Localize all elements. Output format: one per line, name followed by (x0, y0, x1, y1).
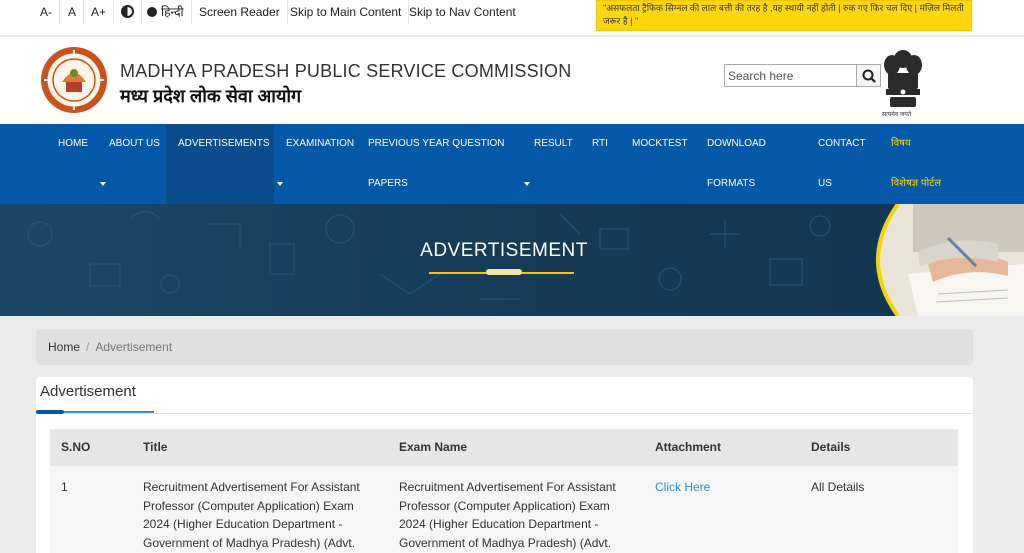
nav-label: ABOUT US (109, 138, 160, 149)
skip-main-content-link[interactable]: Skip to Main Content (283, 0, 410, 24)
top-utility-bar: A- A A+ हिन्दी Screen Reader Skip to Mai… (0, 0, 1024, 36)
column-header-sno: S.NO (61, 440, 91, 454)
font-decrease-button[interactable]: A- (33, 0, 60, 24)
title-underline-accent (486, 269, 522, 275)
page-banner: ADVERTISEMENT (0, 204, 1024, 316)
mppsc-logo[interactable] (40, 46, 108, 114)
exam-writing-photo (876, 204, 1024, 316)
cell-title-line: 2024 (Higher Education Department - (143, 517, 343, 531)
org-name-english: MADHYA PRADESH PUBLIC SERVICE COMMISSION (120, 61, 572, 81)
nav-item-home[interactable]: HOME (47, 124, 95, 204)
globe-icon (147, 7, 157, 17)
cell-exam-name-line: Government of Madhya Pradesh) (Advt. (399, 535, 612, 550)
column-header-exam-name: Exam Name (399, 440, 468, 454)
breadcrumb-current: Advertisement (95, 340, 173, 354)
column-header-title: Title (143, 440, 168, 454)
cell-title: Recruitment Advertisement For Assistant … (143, 478, 380, 552)
section-divider (36, 413, 973, 414)
table-row: 1 Recruitment Advertisement For Assistan… (50, 466, 958, 553)
nav-item-contact-us[interactable]: CONTACT US (806, 124, 882, 204)
section-title-underline-accent (64, 411, 154, 413)
cell-sno: 1 (61, 480, 68, 494)
attachment-link[interactable]: Click Here (655, 478, 710, 497)
nav-label-line2: विशेषज्ञ पोर्टल (891, 178, 942, 189)
nav-item-mocktest[interactable]: MOCKTEST (620, 124, 696, 204)
nav-label: PREVIOUS YEAR QUESTION (368, 138, 505, 149)
section-title-underline (36, 410, 64, 414)
nav-label: CONTACT (818, 138, 866, 149)
breadcrumb: Home / Advertisement (36, 329, 973, 365)
nav-label: DOWNLOAD (707, 138, 766, 149)
column-header-attachment: Attachment (655, 440, 722, 454)
font-reset-button[interactable]: A (61, 0, 85, 24)
details-link[interactable]: All Details (811, 478, 864, 497)
nav-item-previous-year-papers[interactable]: PREVIOUS YEAR QUESTION PAPERS (358, 124, 524, 204)
search-input[interactable] (724, 64, 857, 87)
nav-item-download-formats[interactable]: DOWNLOAD FORMATS (696, 124, 806, 204)
contrast-icon (121, 5, 134, 18)
main-navigation: HOME ABOUT US ADVERTISEMENTS EXAMINATION… (0, 124, 1024, 204)
chevron-down-icon (277, 182, 283, 186)
nav-label: विषय (891, 138, 911, 149)
nav-item-about-us[interactable]: ABOUT US (96, 124, 166, 204)
breadcrumb-home-link[interactable]: Home (48, 340, 80, 354)
cell-title-line: Recruitment Advertisement For Assistant (143, 480, 360, 494)
table-header-row: S.NO Title Exam Name Attachment Details (50, 429, 958, 466)
nav-label-line2: PAPERS (368, 178, 408, 189)
nav-label: ADVERTISEMENTS (178, 138, 270, 149)
breadcrumb-separator: / (86, 340, 90, 354)
nav-item-advertisements[interactable]: ADVERTISEMENTS (166, 124, 274, 204)
nav-label: RTI (592, 138, 608, 149)
chevron-down-icon (524, 182, 530, 186)
nav-label-line2: US (818, 178, 832, 189)
font-increase-button[interactable]: A+ (84, 0, 115, 24)
nav-label: EXAMINATION (286, 138, 355, 149)
cell-title-line: Professor (Computer Application) Exam (143, 498, 354, 513)
nav-label: MOCKTEST (632, 138, 688, 149)
motivational-quote-ticker: "असफलता ट्रैफिक सिग्नल की लाल बत्ती की त… (596, 0, 972, 31)
search-box (724, 64, 881, 87)
nav-item-rti[interactable]: RTI (584, 124, 620, 204)
org-name-hindi: मध्य प्रदेश लोक सेवा आयोग (120, 86, 302, 106)
cell-exam-name: Recruitment Advertisement For Assistant … (399, 478, 636, 552)
site-header: MADHYA PRADESH PUBLIC SERVICE COMMISSION… (0, 37, 1024, 124)
nav-item-expert-portal[interactable]: विषय विशेषज्ञ पोर्टल (882, 124, 962, 204)
column-header-details: Details (811, 440, 851, 454)
nav-label: HOME (58, 138, 88, 149)
advertisement-card: Advertisement S.NO Title Exam Name Attac… (36, 377, 973, 553)
contrast-toggle-button[interactable] (114, 0, 142, 24)
language-toggle-link[interactable]: हिन्दी (140, 0, 192, 24)
nav-label: RESULT (534, 138, 573, 149)
cell-exam-name-line: 2024 (Higher Education Department - (399, 517, 599, 531)
emblem-motto: सत्यमेव जयते (882, 112, 912, 118)
screen-reader-link[interactable]: Screen Reader (192, 0, 288, 24)
language-label: हिन्दी (161, 5, 184, 19)
cell-title-line: Government of Madhya Pradesh) (Advt. (143, 535, 356, 550)
cell-exam-name-line: Professor (Computer Application) Exam (399, 498, 610, 513)
skip-nav-content-link[interactable]: Skip to Nav Content (402, 0, 523, 24)
nav-item-result[interactable]: RESULT (524, 124, 584, 204)
cell-exam-name-line: Recruitment Advertisement For Assistant (399, 480, 616, 494)
nav-label-line2: FORMATS (707, 178, 756, 189)
nav-item-examination[interactable]: EXAMINATION (274, 124, 358, 204)
chevron-down-icon (100, 182, 106, 186)
section-title: Advertisement (40, 383, 136, 400)
banner-title: ADVERTISEMENT (420, 240, 588, 261)
